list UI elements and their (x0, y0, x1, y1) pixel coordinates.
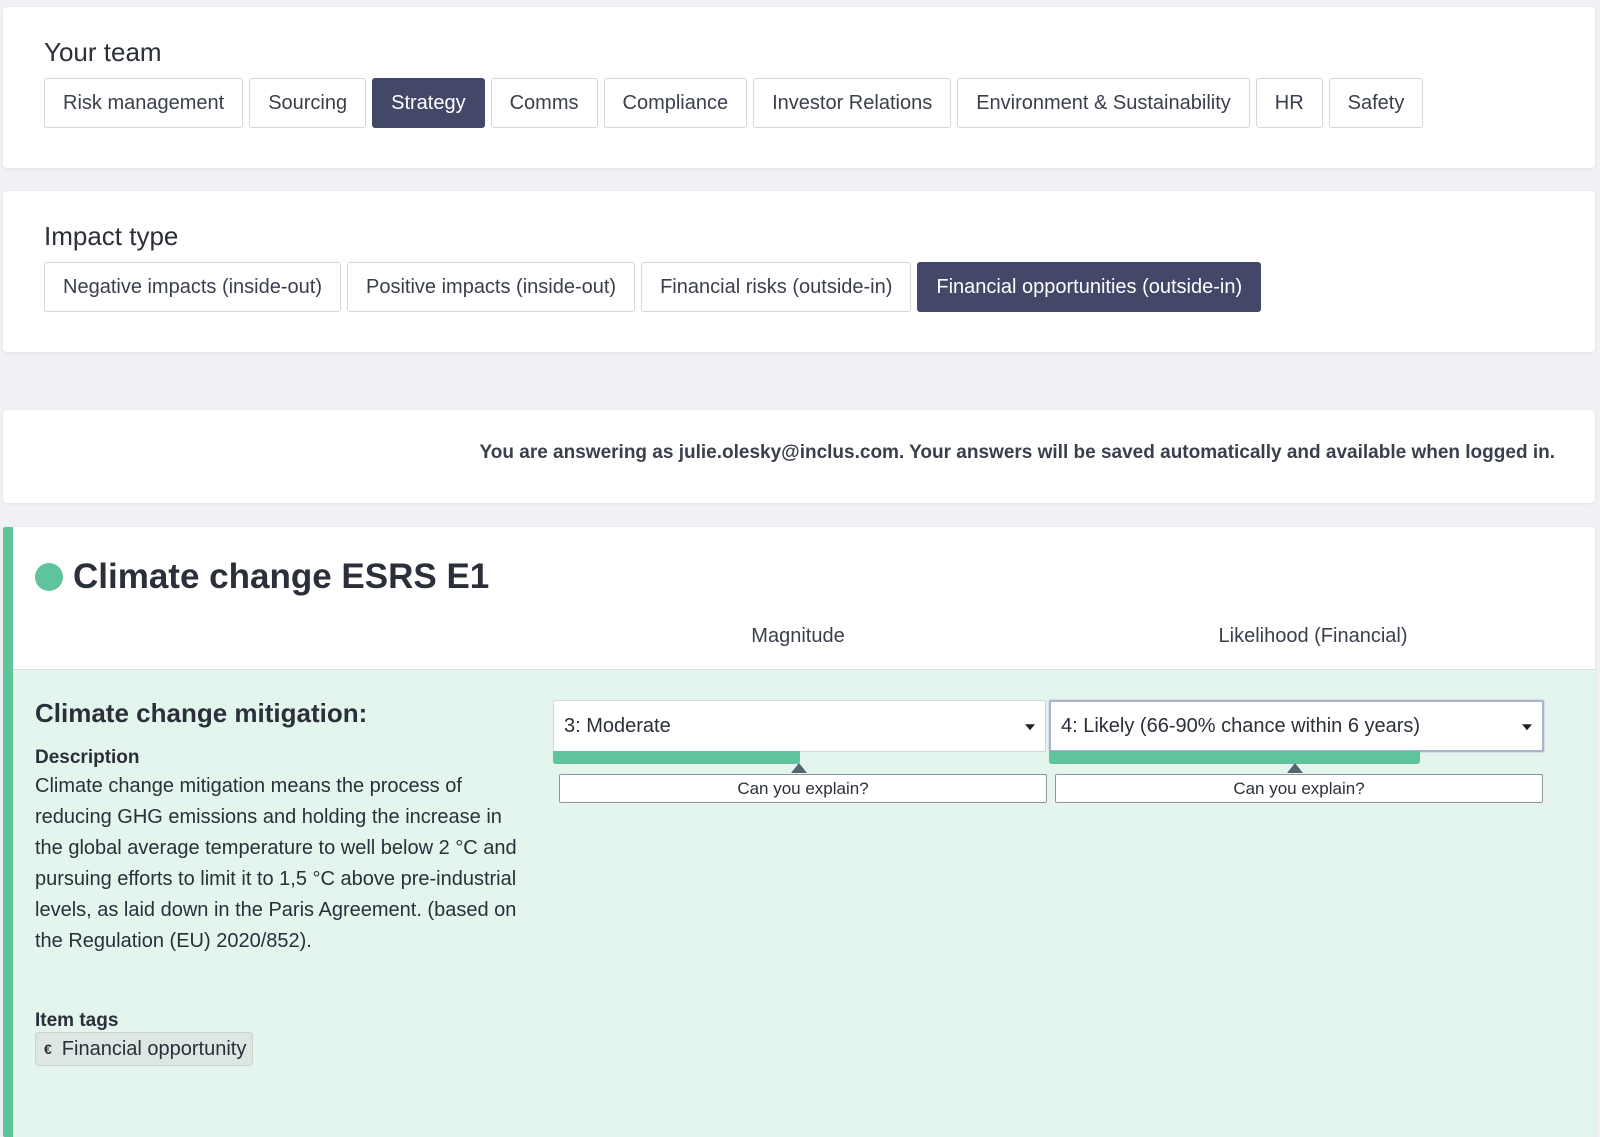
chevron-down-icon (1522, 724, 1532, 731)
answering-as-notice: You are answering as julie.olesky@inclus… (479, 442, 1556, 463)
team-button-strategy[interactable]: Strategy (372, 78, 485, 128)
impact-type-title: Impact type (44, 221, 179, 251)
item-row: Climate change mitigation: Description C… (13, 669, 1595, 1137)
impact-button-positive[interactable]: Positive impacts (inside-out) (347, 262, 636, 312)
team-button-comms[interactable]: Comms (490, 78, 598, 128)
likelihood-marker-icon (1287, 763, 1303, 773)
topic-title: Climate change ESRS E1 (73, 557, 490, 596)
team-button-sourcing[interactable]: Sourcing (249, 78, 367, 128)
magnitude-explain-button[interactable]: Can you explain? (559, 774, 1047, 803)
team-section: Your team Risk management Sourcing Strat… (3, 7, 1595, 168)
team-title: Your team (44, 37, 162, 67)
team-button-compliance[interactable]: Compliance (603, 78, 748, 128)
item-title: Climate change mitigation: (35, 698, 368, 728)
likelihood-selected-value: 4: Likely (66-90% chance within 6 years) (1061, 714, 1421, 737)
column-header-likelihood: Likelihood (Financial) (1218, 625, 1408, 647)
team-button-hr[interactable]: HR (1255, 78, 1323, 128)
magnitude-level-fill (553, 751, 800, 764)
likelihood-explain-button[interactable]: Can you explain? (1055, 774, 1543, 803)
likelihood-level-fill (1049, 751, 1421, 764)
column-header-magnitude: Magnitude (751, 625, 845, 647)
team-button-group: Risk management Sourcing Strategy Comms … (44, 78, 1424, 128)
impact-button-negative[interactable]: Negative impacts (inside-out) (44, 262, 341, 312)
team-button-safety[interactable]: Safety (1328, 78, 1424, 128)
topic-header: Climate change ESRS E1 (35, 557, 489, 597)
magnitude-marker-icon (791, 763, 807, 773)
chevron-down-icon (1025, 724, 1035, 731)
team-button-investor-relations[interactable]: Investor Relations (753, 78, 952, 128)
team-button-risk-management[interactable]: Risk management (44, 78, 244, 128)
topic-card: Climate change ESRS E1 Magnitude Likelih… (3, 527, 1595, 1137)
euro-icon: € (44, 1041, 52, 1057)
team-button-environment-sustainability[interactable]: Environment & Sustainability (957, 78, 1250, 128)
impact-type-button-group: Negative impacts (inside-out) Positive i… (44, 262, 1262, 312)
tag-label: Financial opportunity (61, 1037, 247, 1060)
magnitude-select[interactable]: 3: Moderate (553, 700, 1046, 752)
topic-status-dot (35, 563, 63, 591)
tag-financial-opportunity: € Financial opportunity (35, 1032, 254, 1066)
item-tags-label: Item tags (35, 1010, 119, 1031)
likelihood-select[interactable]: 4: Likely (66-90% chance within 6 years) (1049, 700, 1544, 752)
impact-button-financial-risks[interactable]: Financial risks (outside-in) (641, 262, 912, 312)
impact-type-section: Impact type Negative impacts (inside-out… (3, 191, 1595, 352)
magnitude-selected-value: 3: Moderate (564, 714, 671, 737)
impact-button-financial-opportunities[interactable]: Financial opportunities (outside-in) (917, 262, 1262, 312)
notice-banner: You are answering as julie.olesky@inclus… (3, 410, 1595, 503)
description-text: Climate change mitigation means the proc… (35, 775, 517, 952)
description-label: Description (35, 747, 140, 768)
